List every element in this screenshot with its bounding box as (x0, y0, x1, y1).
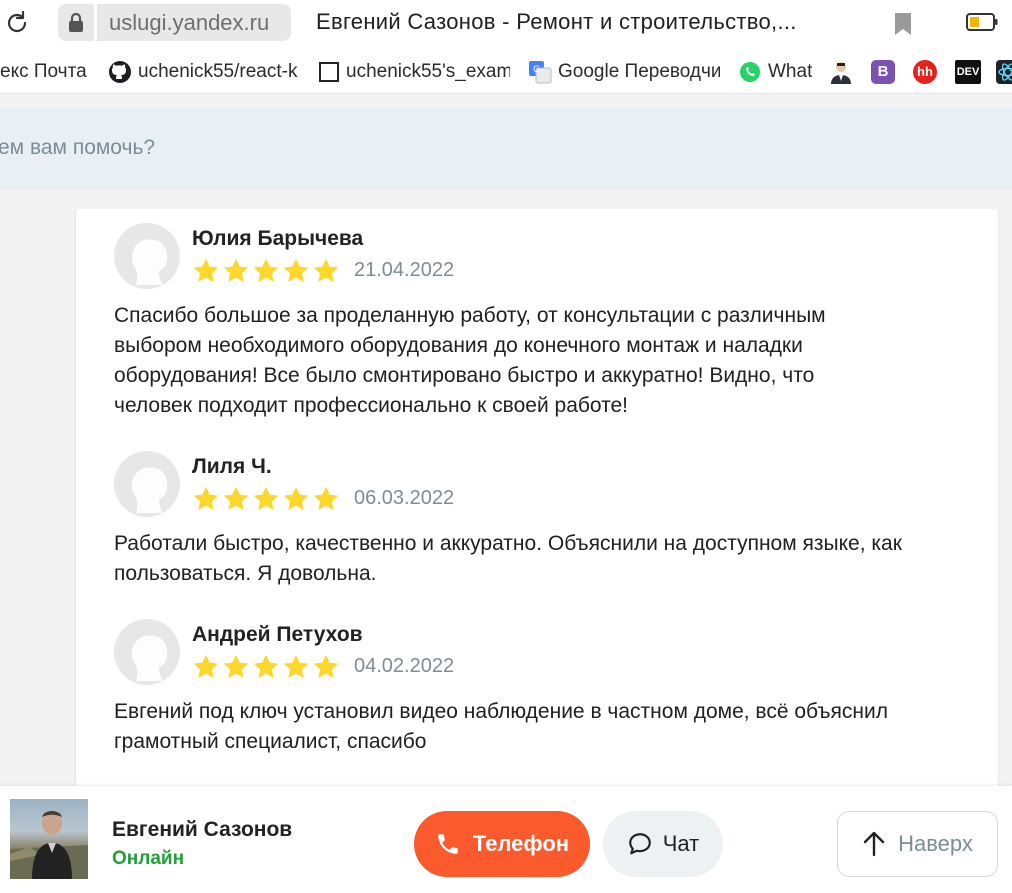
reviews-card: Юлия Барычева 21.04.2022 Спасибо большое… (75, 209, 999, 794)
address-bar[interactable]: uslugi.yandex.ru (97, 4, 291, 41)
star-icon (193, 654, 219, 678)
specialist-name: Евгений Сазонов (112, 818, 293, 841)
chat-button[interactable]: Чат (603, 811, 723, 877)
whatsapp-icon (740, 62, 760, 82)
bookmark-react[interactable] (996, 60, 1012, 84)
review-author: Андрей Петухов (192, 623, 363, 646)
avatar (114, 451, 180, 517)
scroll-top-label: Наверх (898, 831, 973, 856)
star-icon (223, 486, 249, 510)
google-translate-icon: G (529, 61, 552, 84)
star-icon (313, 654, 339, 678)
bootstrap-icon: B (871, 60, 895, 84)
reload-icon[interactable] (2, 8, 32, 38)
react-icon (996, 60, 1012, 84)
arrow-up-icon (863, 831, 885, 857)
star-icon (283, 258, 309, 282)
chat-button-label: Чат (662, 831, 700, 856)
dev-icon: DEV (955, 60, 981, 84)
star-icon (223, 258, 249, 282)
rating-stars (192, 653, 340, 681)
bookmarks-bar: екс Почта uchenick55/react-k uchenick55'… (0, 48, 1012, 94)
bookmark-whatsapp[interactable]: What (738, 60, 812, 84)
battery-icon (966, 13, 998, 31)
page-title: Евгений Сазонов - Ремонт и строительство… (316, 9, 797, 34)
star-icon (283, 486, 309, 510)
review-author: Юлия Барычева (192, 227, 364, 250)
specialist-photo[interactable] (10, 799, 88, 879)
review-text: Спасибо большое за проделанную работу, о… (114, 301, 974, 421)
review-author: Лиля Ч. (192, 455, 272, 478)
bookmark-github-react[interactable]: uchenick55/react-k (108, 60, 300, 84)
user-silhouette-icon (132, 239, 168, 285)
scroll-top-button[interactable]: Наверх (837, 811, 998, 877)
user-silhouette-icon (132, 635, 168, 681)
bookmark-yandex-mail[interactable]: екс Почта (0, 60, 92, 84)
bookmark-bootstrap[interactable]: B (871, 60, 895, 84)
star-icon (223, 654, 249, 678)
browser-toolbar: uslugi.yandex.ru Евгений Сазонов - Ремон… (0, 0, 1012, 48)
star-icon (253, 486, 279, 510)
review-date: 04.02.2022 (354, 655, 455, 677)
user-silhouette-icon (132, 467, 168, 513)
phone-button[interactable]: Телефон (414, 811, 590, 877)
star-icon (313, 258, 339, 282)
review-date: 06.03.2022 (354, 487, 455, 509)
square-icon (319, 61, 339, 82)
avatar (114, 223, 180, 289)
review-text: Работали быстро, качественно и аккуратно… (114, 529, 974, 589)
review-date: 21.04.2022 (354, 259, 455, 281)
review-text-line: Спасибо большое за проделанную работу, о… (114, 304, 826, 327)
phone-icon (438, 834, 458, 854)
site-info-button[interactable] (58, 4, 94, 41)
review-text-line: оборудования! Все было смонтировано быст… (114, 364, 815, 387)
review-text-line: грамотный специалист, спасибо (114, 730, 427, 753)
contact-bar: Евгений Сазонов Онлайн Телефон Чат Навер… (0, 786, 1012, 893)
bookmark-exam[interactable]: uchenick55's_exam (318, 60, 510, 84)
bookmark-label: Google Переводчик (558, 61, 720, 83)
online-status: Онлайн (112, 848, 185, 869)
bookmark-label: uchenick55/react-k (138, 61, 298, 83)
bookmark-dev[interactable]: DEV (955, 60, 981, 84)
chat-icon (628, 833, 651, 855)
star-icon (313, 486, 339, 510)
star-icon (283, 654, 309, 678)
review-text-line: Работали быстро, качественно и аккуратно… (114, 532, 902, 555)
bookmark-label: uchenick55's_exam (346, 61, 510, 82)
review-text-line: пользоваться. Я довольна. (114, 562, 377, 585)
person-photo-icon (10, 811, 88, 879)
svg-text:G: G (533, 65, 540, 75)
bookmark-person[interactable] (828, 60, 854, 84)
star-icon (253, 654, 279, 678)
rating-stars (192, 257, 340, 285)
person-icon (831, 62, 851, 84)
star-icon (193, 486, 219, 510)
phone-button-label: Телефон (472, 831, 570, 856)
review-text-line: человек подходит профессионально к своей… (114, 394, 629, 417)
bookmark-label: What (768, 61, 812, 83)
hh-icon: hh (913, 60, 937, 84)
bookmark-icon[interactable] (893, 12, 913, 36)
rating-stars (192, 485, 340, 513)
lock-icon (69, 12, 83, 32)
review-text-line: Евгений под ключ установил видео наблюде… (114, 700, 888, 723)
review-text-line: выбором необходимого оборудования до кон… (114, 334, 803, 357)
avatar (114, 619, 180, 685)
star-icon (253, 258, 279, 282)
search-placeholder: ем вам помочь? (0, 136, 156, 159)
search-bar[interactable]: ем вам помочь? (0, 108, 1012, 190)
bookmark-google-translate[interactable]: G Google Переводчик (528, 60, 720, 84)
star-icon (193, 258, 219, 282)
review-text: Евгений под ключ установил видео наблюде… (114, 697, 974, 757)
github-icon (109, 61, 131, 83)
bookmark-label: екс Почта (0, 61, 87, 82)
bookmark-hh[interactable]: hh (913, 60, 937, 84)
